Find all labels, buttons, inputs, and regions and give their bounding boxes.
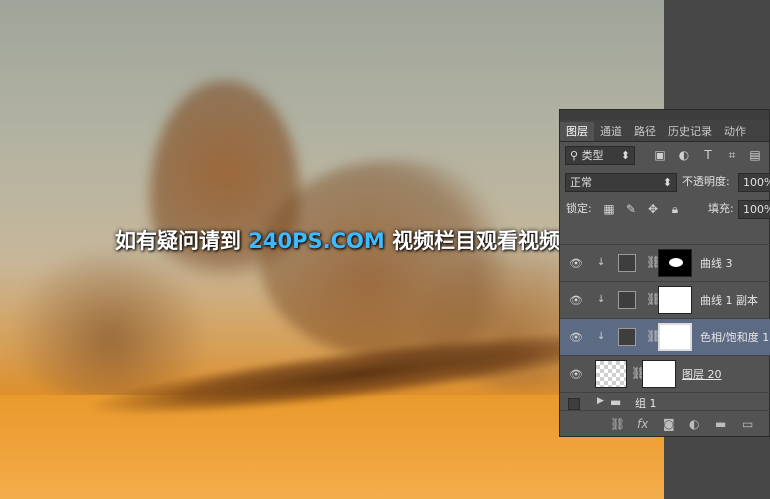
layer-name[interactable]: 组 1 [635, 395, 657, 411]
curves-adjustment-icon [618, 254, 636, 272]
search-icon: ⚲ [570, 149, 579, 162]
fx-icon[interactable]: fx [637, 417, 648, 431]
layer-row-group-1[interactable]: ▶ ▬ 组 1 [560, 392, 770, 412]
folder-icon: ▬ [610, 395, 622, 409]
adjustment-filter-icon[interactable]: ◐ [677, 148, 691, 162]
lock-brush-icon[interactable]: ✎ [624, 202, 638, 216]
watermark-text: 如有疑问请到 240PS.COM 视频栏目观看视频教程 [115, 225, 602, 255]
mask-icon[interactable]: ◙ [663, 417, 675, 431]
layer-row-layer-20[interactable]: 👁︎ ⛓︎ 图层 20 [560, 355, 770, 392]
blend-mode-select[interactable]: 正常 ⬍ [565, 173, 677, 192]
layer-name[interactable]: 曲线 1 副本 [700, 292, 758, 308]
visibility-eye-icon[interactable]: 👁︎ [569, 331, 583, 344]
panel-footer: ⛓︎ fx ◙ ◐ ▬ ▭ [560, 410, 770, 437]
visibility-eye-icon[interactable]: 👁︎ [569, 257, 583, 270]
clipping-arrow-icon: ↓ [597, 294, 606, 305]
clipping-arrow-icon: ↓ [597, 331, 606, 342]
hue-saturation-adjustment-icon [618, 328, 636, 346]
opacity-value: 100% [743, 176, 770, 189]
lock-position-icon[interactable]: ✥ [646, 202, 660, 216]
panel-title-bar[interactable] [560, 110, 769, 120]
image-filter-icon[interactable]: ▣ [653, 148, 667, 162]
layer-mask-thumbnail[interactable] [642, 360, 676, 388]
smart-object-filter-icon[interactable]: ▤ [748, 148, 762, 162]
lock-label: 锁定: [566, 202, 592, 215]
visibility-box[interactable] [568, 398, 580, 410]
layer-mask-thumbnail[interactable] [658, 323, 692, 351]
link-icon[interactable]: ⛓︎ [610, 417, 625, 431]
layer-row-curves-3[interactable]: 👁︎ ↓ ⛓︎ 曲线 3 [560, 244, 770, 281]
visibility-eye-icon[interactable]: 👁︎ [569, 368, 583, 381]
panel-tabs: 图层 通道 路径 历史记录 动作 [560, 120, 769, 142]
mask-blob [669, 258, 683, 267]
layer-mask-thumbnail[interactable] [658, 286, 692, 314]
fill-input[interactable]: 100% [738, 200, 770, 219]
layers-panel: 图层 通道 路径 历史记录 动作 ⚲ 类型 ⬍ ▣ ◐ T ⌗ ▤ 正常 ⬍ 不… [559, 109, 770, 437]
tab-actions[interactable]: 动作 [718, 122, 752, 141]
chevron-updown-icon: ⬍ [662, 176, 672, 189]
layer-name[interactable]: 曲线 3 [700, 255, 733, 271]
opacity-label: 不透明度: [682, 175, 730, 188]
layer-filter-select[interactable]: ⚲ 类型 ⬍ [565, 146, 635, 165]
chevron-updown-icon: ⬍ [620, 149, 630, 162]
opacity-input[interactable]: 100% [738, 173, 770, 192]
layer-mask-thumbnail[interactable] [658, 249, 692, 277]
lock-transparency-icon[interactable]: ▦ [602, 202, 616, 216]
type-filter-icon[interactable]: T [701, 148, 715, 162]
blend-mode-value: 正常 [570, 176, 592, 189]
clipping-arrow-icon: ↓ [597, 257, 606, 268]
layer-name[interactable]: 色相/饱和度 1 [700, 329, 769, 345]
folder-icon[interactable]: ▬ [715, 417, 726, 431]
tab-history[interactable]: 历史记录 [662, 122, 718, 141]
fill-value: 100% [743, 203, 770, 216]
new-layer-icon[interactable]: ▭ [742, 417, 753, 431]
tab-channels[interactable]: 通道 [594, 122, 628, 141]
visibility-eye-icon[interactable]: 👁︎ [569, 294, 583, 307]
shape-filter-icon[interactable]: ⌗ [725, 148, 739, 162]
layer-filter-label: 类型 [581, 149, 604, 162]
adjustment-icon[interactable]: ◐ [689, 417, 699, 431]
lock-all-icon[interactable]: 🔒︎ [668, 202, 682, 216]
layer-row-hue-saturation-1[interactable]: 👁︎ ↓ ⛓︎ 色相/饱和度 1 [560, 318, 770, 355]
layer-name[interactable]: 图层 20 [682, 366, 722, 382]
expand-triangle-icon[interactable]: ▶ [597, 396, 604, 406]
layer-row-curves-1-copy[interactable]: 👁︎ ↓ ⛓︎ 曲线 1 副本 [560, 281, 770, 318]
layer-thumbnail[interactable] [595, 360, 627, 388]
fill-label: 填充: [708, 202, 734, 215]
tab-paths[interactable]: 路径 [628, 122, 662, 141]
watermark-site: 240PS.COM [248, 229, 385, 253]
watermark-prefix: 如有疑问请到 [115, 229, 249, 253]
curves-adjustment-icon [618, 291, 636, 309]
tab-layers[interactable]: 图层 [560, 122, 594, 141]
